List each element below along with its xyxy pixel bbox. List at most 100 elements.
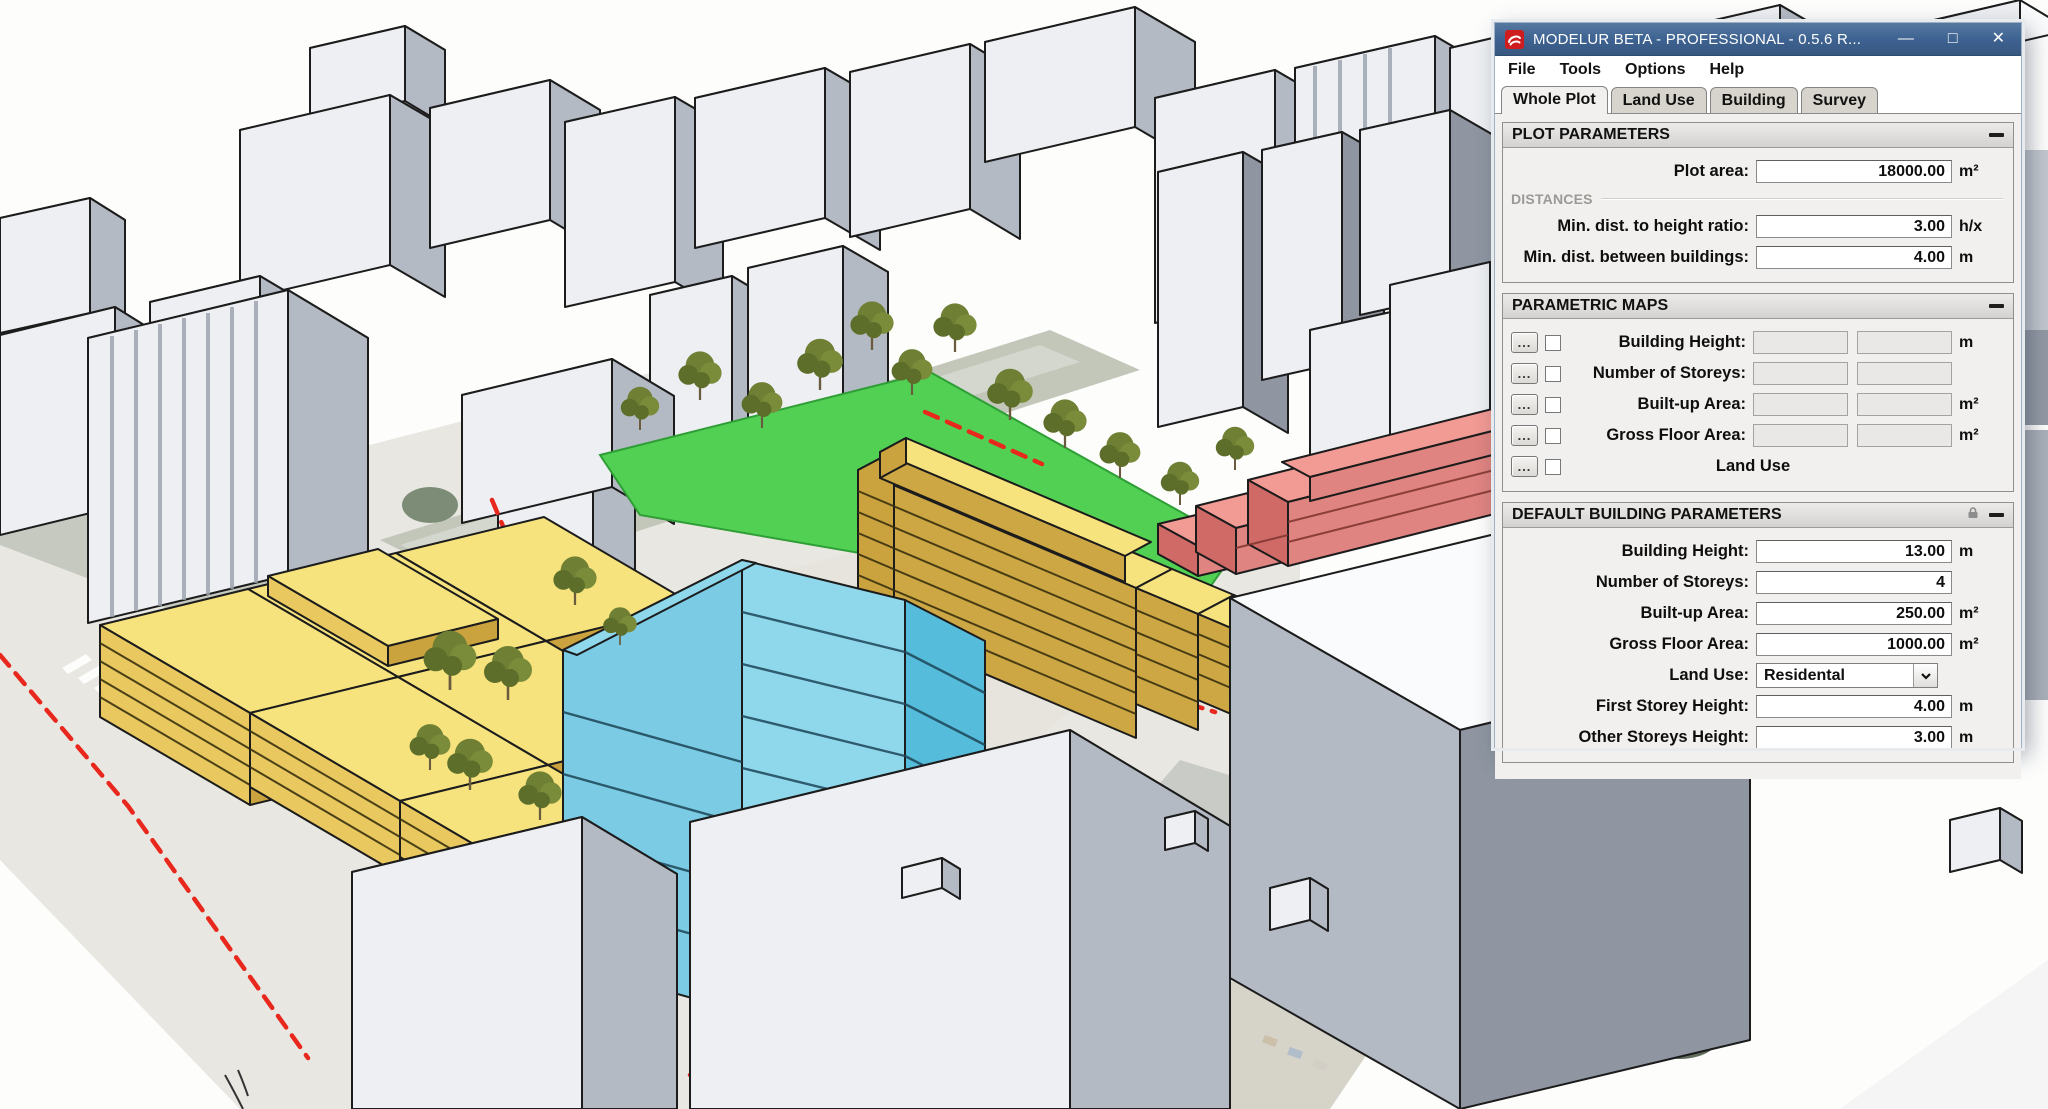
unit-label: m: [1959, 543, 2003, 561]
number-of-storeys-label: Number of Storeys:: [1511, 573, 1749, 592]
parametric-maps-header: PARAMETRIC MAPS: [1503, 294, 2013, 319]
window-title: MODELUR BETA - PROFESSIONAL - 0.5.6 R...: [1533, 31, 1889, 48]
menu-tools[interactable]: Tools: [1560, 61, 1601, 79]
land-use-row: Land Use: Residental: [1511, 660, 2003, 691]
divider: [1601, 198, 2003, 200]
other-storeys-height-row: Other Storeys Height: m: [1511, 722, 2003, 753]
window-titlebar[interactable]: MODELUR BETA - PROFESSIONAL - 0.5.6 R...…: [1495, 23, 2021, 56]
min-dist-height-ratio-input[interactable]: [1756, 215, 1952, 238]
min-dist-buildings-label: Min. dist. between buildings:: [1511, 248, 1749, 267]
unit-label: m²: [1959, 163, 2003, 181]
land-use-select[interactable]: Residental: [1756, 663, 1938, 688]
first-storey-height-row: First Storey Height: m: [1511, 691, 2003, 722]
plot-area-row: Plot area: m²: [1511, 156, 2003, 187]
chevron-down-icon[interactable]: [1913, 664, 1937, 687]
land-use-value: Residental: [1764, 667, 1913, 685]
browse-button[interactable]: ...: [1511, 456, 1538, 477]
map-building-height-label: Building Height:: [1561, 333, 1746, 352]
lock-icon[interactable]: [1966, 506, 1980, 525]
section-title: DEFAULT BUILDING PARAMETERS: [1512, 506, 1966, 524]
unit-label: m: [1959, 698, 2003, 716]
tab-whole-plot[interactable]: Whole Plot: [1501, 86, 1608, 114]
map-number-of-storeys-label: Number of Storeys:: [1561, 364, 1746, 383]
building-height-label: Building Height:: [1511, 542, 1749, 561]
gross-floor-area-input[interactable]: [1756, 633, 1952, 656]
map-built-up-area-row: ... Built-up Area: m²: [1511, 389, 2003, 420]
maximize-icon[interactable]: □: [1948, 31, 1958, 47]
map-value-field: [1857, 362, 1952, 385]
map-checkbox[interactable]: [1545, 428, 1561, 444]
minimize-icon[interactable]: —: [1898, 31, 1914, 47]
map-value-field: [1753, 393, 1848, 416]
sketchup-app-icon: [1505, 30, 1524, 49]
map-building-height-row: ... Building Height: m: [1511, 327, 2003, 358]
plot-parameters-header: PLOT PARAMETERS: [1503, 123, 2013, 148]
gross-floor-area-label: Gross Floor Area:: [1511, 635, 1749, 654]
map-value-field: [1857, 331, 1952, 354]
distances-label: DISTANCES: [1511, 191, 1593, 207]
browse-button[interactable]: ...: [1511, 332, 1538, 353]
collapse-icon[interactable]: [1989, 513, 2004, 517]
map-value-field: [1857, 424, 1952, 447]
browse-button[interactable]: ...: [1511, 394, 1538, 415]
map-checkbox[interactable]: [1545, 366, 1561, 382]
building-height-row: Building Height: m: [1511, 536, 2003, 567]
close-icon[interactable]: ✕: [1992, 31, 2005, 47]
panel-content: PLOT PARAMETERS Plot area: m² DISTANCES …: [1495, 114, 2021, 779]
unit-label: m²: [1959, 427, 2003, 445]
plot-area-label: Plot area:: [1511, 162, 1749, 181]
min-dist-buildings-row: Min. dist. between buildings: m: [1511, 242, 2003, 273]
menu-file[interactable]: File: [1508, 61, 1536, 79]
tab-strip: Whole Plot Land Use Building Survey: [1495, 83, 2021, 114]
unit-label: m: [1959, 729, 2003, 747]
browse-button[interactable]: ...: [1511, 425, 1538, 446]
map-value-field: [1857, 393, 1952, 416]
map-gross-floor-area-row: ... Gross Floor Area: m²: [1511, 420, 2003, 451]
unit-label: m: [1959, 249, 2003, 267]
section-title: PLOT PARAMETERS: [1512, 126, 1989, 144]
first-storey-height-label: First Storey Height:: [1511, 697, 1749, 716]
map-number-of-storeys-row: ... Number of Storeys:: [1511, 358, 2003, 389]
tab-building[interactable]: Building: [1710, 87, 1798, 113]
menu-options[interactable]: Options: [1625, 61, 1685, 79]
distances-subheader: DISTANCES: [1511, 187, 2003, 211]
browse-button[interactable]: ...: [1511, 363, 1538, 384]
map-gross-floor-area-label: Gross Floor Area:: [1561, 426, 1746, 445]
collapse-icon[interactable]: [1989, 133, 2004, 137]
unit-label: m²: [1959, 396, 2003, 414]
map-land-use-row: ... Land Use: [1511, 451, 2003, 482]
map-value-field: [1753, 362, 1848, 385]
map-checkbox[interactable]: [1545, 335, 1561, 351]
map-built-up-area-label: Built-up Area:: [1561, 395, 1746, 414]
built-up-area-label: Built-up Area:: [1511, 604, 1749, 623]
min-dist-buildings-input[interactable]: [1756, 246, 1952, 269]
built-up-area-row: Built-up Area: m²: [1511, 598, 2003, 629]
land-use-label: Land Use:: [1511, 666, 1749, 685]
default-building-parameters-header: DEFAULT BUILDING PARAMETERS: [1503, 503, 2013, 528]
other-storeys-height-label: Other Storeys Height:: [1511, 728, 1749, 747]
tab-survey[interactable]: Survey: [1801, 87, 1878, 113]
tab-land-use[interactable]: Land Use: [1611, 87, 1707, 113]
unit-label: m²: [1959, 605, 2003, 623]
map-checkbox[interactable]: [1545, 459, 1561, 475]
built-up-area-input[interactable]: [1756, 602, 1952, 625]
collapse-icon[interactable]: [1989, 304, 2004, 308]
default-building-parameters-section: DEFAULT BUILDING PARAMETERS Building Hei…: [1502, 502, 2014, 763]
map-land-use-label: Land Use: [1561, 457, 1945, 476]
menu-bar: File Tools Options Help: [1495, 56, 2021, 83]
map-checkbox[interactable]: [1545, 397, 1561, 413]
first-storey-height-input[interactable]: [1756, 695, 1952, 718]
number-of-storeys-row: Number of Storeys:: [1511, 567, 2003, 598]
plot-area-input[interactable]: [1756, 160, 1952, 183]
other-storeys-height-input[interactable]: [1756, 726, 1952, 749]
unit-label: m: [1959, 334, 2003, 352]
map-value-field: [1753, 424, 1848, 447]
map-value-field: [1753, 331, 1848, 354]
menu-help[interactable]: Help: [1709, 61, 1744, 79]
building-height-input[interactable]: [1756, 540, 1952, 563]
number-of-storeys-input[interactable]: [1756, 571, 1952, 594]
unit-label: h/x: [1959, 218, 2003, 236]
plot-parameters-section: PLOT PARAMETERS Plot area: m² DISTANCES …: [1502, 122, 2014, 283]
min-dist-height-ratio-row: Min. dist. to height ratio: h/x: [1511, 211, 2003, 242]
gross-floor-area-row: Gross Floor Area: m²: [1511, 629, 2003, 660]
